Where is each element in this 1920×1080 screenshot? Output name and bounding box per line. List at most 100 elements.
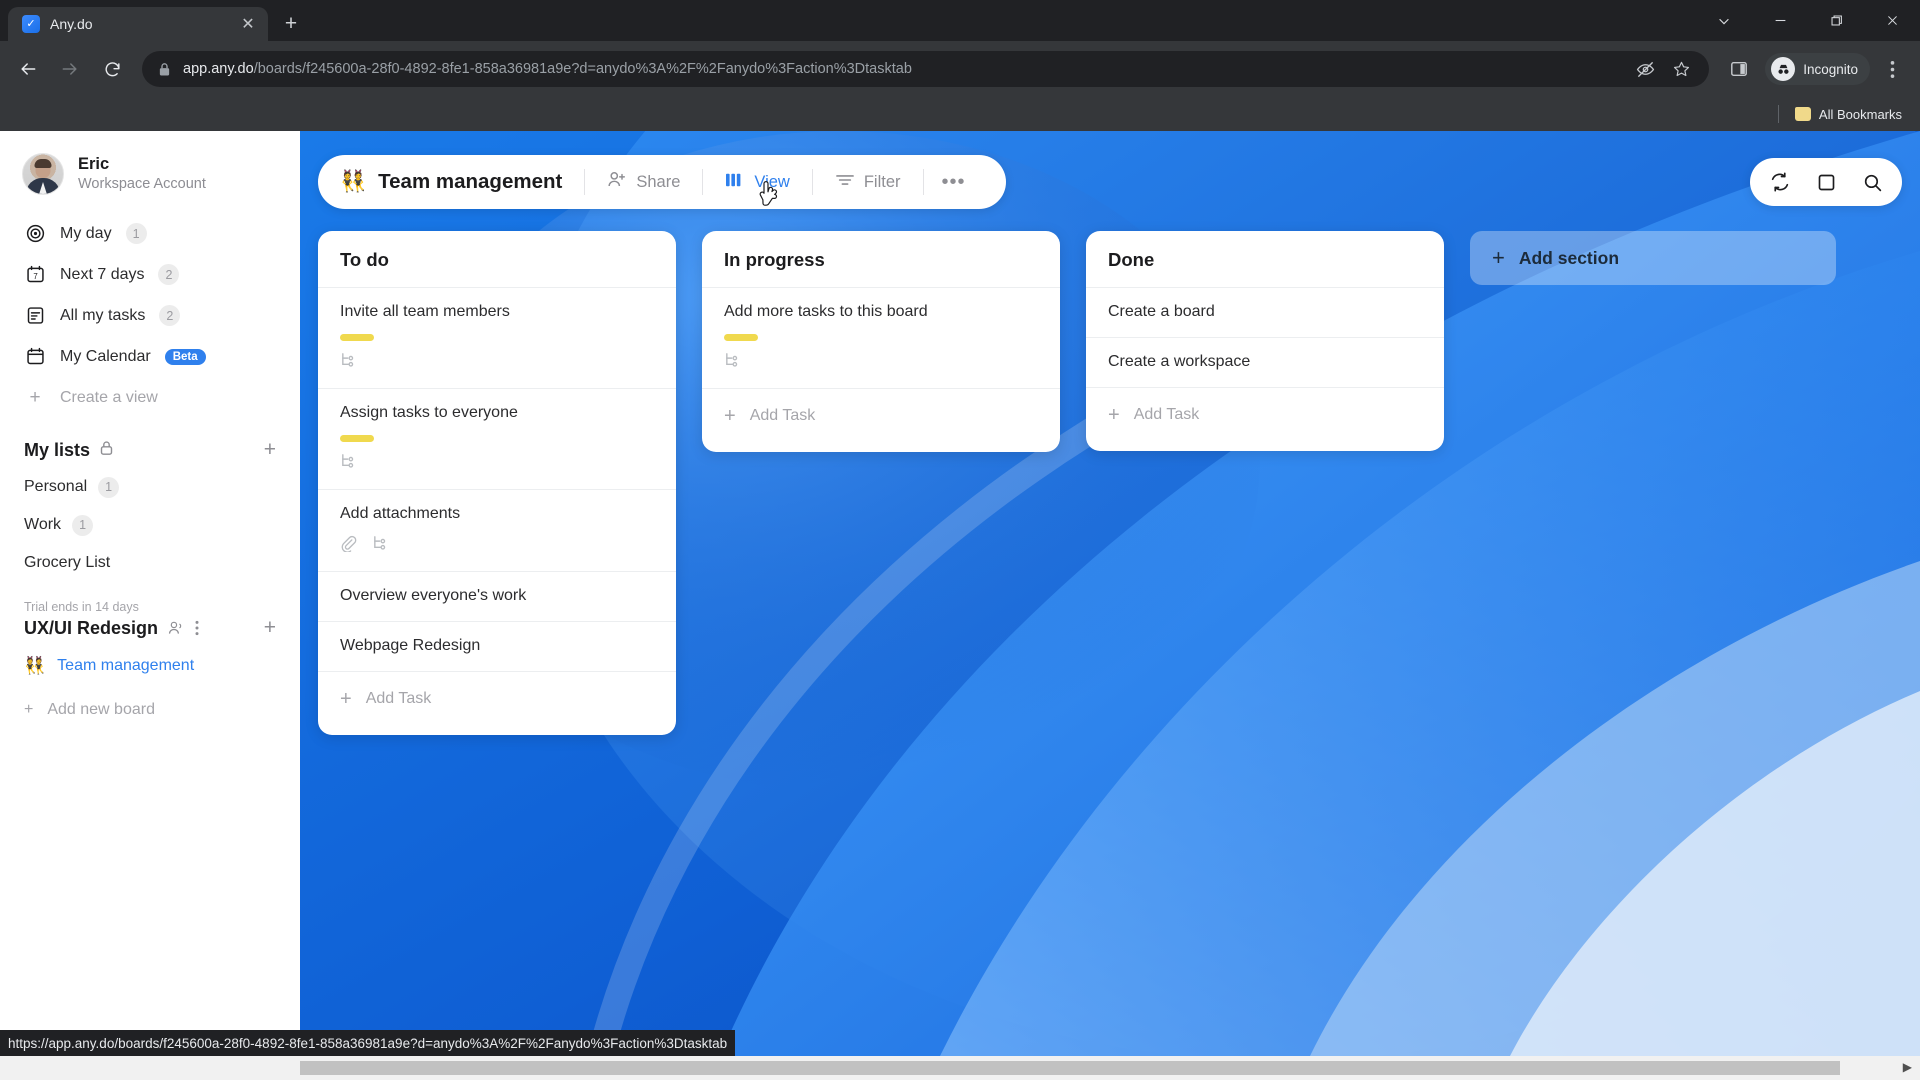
task-title: Assign tasks to everyone: [340, 403, 518, 421]
add-list-button[interactable]: +: [264, 438, 276, 462]
my-lists-title: My lists: [24, 439, 91, 460]
address-bar[interactable]: app.any.do/boards/f245600a-28f0-4892-8fe…: [142, 51, 1710, 87]
focus-mode-button[interactable]: [1806, 162, 1846, 202]
sync-button[interactable]: [1760, 162, 1800, 202]
sidebar-board-team-management[interactable]: 👯 Team management: [0, 644, 300, 688]
person-add-icon: [607, 170, 627, 194]
task-card[interactable]: Create a board: [1086, 287, 1444, 337]
filter-button[interactable]: Filter: [813, 155, 923, 209]
all-bookmarks-button[interactable]: All Bookmarks: [1787, 104, 1910, 125]
badge-count: 1: [72, 514, 94, 536]
anydo-check-icon: ✓: [22, 15, 40, 33]
task-card[interactable]: Webpage Redesign: [318, 621, 676, 671]
task-card[interactable]: Add attachments: [318, 488, 676, 572]
workspace-header: UX/UI Redesign +: [0, 614, 300, 644]
arrow-left-icon[interactable]: [8, 49, 48, 89]
close-icon[interactable]: ✕: [238, 14, 258, 34]
task-tag: [340, 333, 374, 341]
add-task-button[interactable]: + Add Task: [318, 670, 676, 727]
board-top-actions: [1750, 158, 1902, 206]
create-a-view-button[interactable]: + Create a view: [14, 377, 286, 418]
sidebar: Eric Workspace Account My day 1 7 Next 7…: [0, 131, 300, 1056]
close-icon[interactable]: [1864, 0, 1920, 41]
people-emoji-icon: 👯: [24, 656, 46, 675]
page-content: Eric Workspace Account My day 1 7 Next 7…: [0, 131, 1920, 1056]
people-icon[interactable]: [168, 620, 185, 636]
my-lists-header: My lists +: [0, 418, 300, 468]
badge-count: 1: [98, 476, 120, 498]
board-title: Team management: [378, 170, 563, 193]
subtask-icon: [340, 453, 357, 475]
task-title: Create a workspace: [1108, 352, 1251, 370]
sidebar-item-label: Next 7 days: [60, 265, 145, 283]
add-new-board-button[interactable]: + Add new board: [0, 688, 300, 732]
board-column-in-progress: In progress Add more tasks to this board: [702, 231, 1060, 452]
minimize-icon[interactable]: [1752, 0, 1808, 41]
task-card[interactable]: Overview everyone's work: [318, 571, 676, 621]
filter-icon: [835, 171, 855, 194]
sidebar-item-my-calendar[interactable]: My Calendar Beta: [14, 336, 286, 377]
plus-icon: +: [29, 386, 41, 408]
new-tab-button[interactable]: +: [274, 7, 308, 41]
trial-notice: Trial ends in 14 days: [24, 600, 139, 614]
add-task-button[interactable]: + Add Task: [1086, 386, 1444, 443]
eye-off-icon[interactable]: [1629, 53, 1661, 85]
browser-tab[interactable]: ✓ Any.do ✕: [8, 7, 268, 41]
scrollbar-track[interactable]: [300, 1061, 1880, 1075]
sidebar-item-my-day[interactable]: My day 1: [14, 213, 286, 254]
sidebar-item-label: My Calendar: [60, 347, 151, 365]
star-icon[interactable]: [1665, 53, 1697, 85]
add-task-label: Add Task: [1133, 406, 1200, 424]
task-card[interactable]: Create a workspace: [1086, 336, 1444, 387]
scroll-right-arrow-icon[interactable]: ▶: [1903, 1060, 1912, 1074]
list-icon: [24, 305, 46, 327]
badge-count: 2: [158, 264, 180, 285]
three-dots-vertical-icon[interactable]: [1872, 49, 1912, 89]
three-dots-vertical-icon[interactable]: [195, 620, 199, 636]
share-button[interactable]: Share: [585, 155, 702, 209]
plus-icon: +: [1492, 245, 1505, 270]
view-button[interactable]: View: [703, 155, 811, 209]
chevron-down-icon[interactable]: [1696, 0, 1752, 41]
list-label: Work: [24, 516, 62, 533]
calendar-7-icon: 7: [24, 264, 46, 286]
add-task-button[interactable]: + Add Task: [702, 387, 1060, 444]
list-label: Personal: [24, 478, 88, 495]
reload-icon[interactable]: [92, 49, 132, 89]
calendar-icon: [24, 346, 46, 368]
horizontal-scrollbar[interactable]: ▶: [0, 1056, 1920, 1080]
column-title: Done: [1108, 249, 1155, 270]
window-controls: [1696, 0, 1920, 41]
add-to-workspace-button[interactable]: +: [264, 616, 276, 640]
sidebar-item-all-my-tasks[interactable]: All my tasks 2: [14, 295, 286, 336]
browser-toolbar: app.any.do/boards/f245600a-28f0-4892-8fe…: [0, 41, 1920, 97]
sidebar-list-personal[interactable]: Personal 1: [0, 468, 300, 506]
task-card[interactable]: Invite all team members: [318, 287, 676, 388]
scrollbar-thumb[interactable]: [300, 1061, 1840, 1075]
folder-icon: [1794, 107, 1811, 121]
restore-icon[interactable]: [1808, 0, 1864, 41]
task-title: Webpage Redesign: [340, 637, 481, 655]
task-card[interactable]: Add more tasks to this board: [702, 287, 1060, 388]
url-host: app.any.do: [183, 61, 254, 77]
task-title: Create a board: [1108, 303, 1215, 320]
side-panel-icon[interactable]: [1719, 49, 1759, 89]
search-button[interactable]: [1852, 162, 1892, 202]
incognito-profile-button[interactable]: Incognito: [1765, 53, 1870, 85]
columns-icon: [725, 171, 745, 194]
url-path: /boards/f245600a-28f0-4892-8fe1-858a3698…: [253, 61, 912, 77]
board-more-button[interactable]: •••: [924, 155, 984, 209]
all-bookmarks-label: All Bookmarks: [1818, 106, 1902, 122]
sidebar-list-work[interactable]: Work 1: [0, 506, 300, 544]
column-title: In progress: [724, 249, 825, 270]
sidebar-list-grocery-list[interactable]: Grocery List: [0, 544, 300, 582]
omnibox-actions: [1629, 53, 1697, 85]
workspace-profile[interactable]: Eric Workspace Account: [0, 131, 300, 209]
sidebar-item-next-7-days[interactable]: 7 Next 7 days 2: [14, 254, 286, 295]
task-title: Add more tasks to this board: [724, 303, 928, 320]
add-section-button[interactable]: + Add section: [1470, 231, 1836, 285]
task-card[interactable]: Assign tasks to everyone: [318, 387, 676, 489]
subtask-icon: [340, 352, 357, 374]
list-label: Grocery List: [24, 554, 111, 571]
filter-label: Filter: [863, 172, 901, 191]
